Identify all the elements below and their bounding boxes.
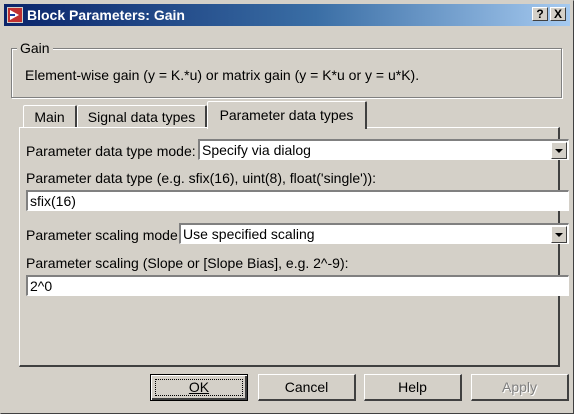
simulink-block-icon: [7, 7, 23, 23]
window-title: Block Parameters: Gain: [27, 7, 185, 23]
cancel-button-label: Cancel: [284, 379, 329, 395]
ok-button[interactable]: OK: [150, 374, 248, 401]
param-dtype-input[interactable]: sfix(16): [26, 190, 569, 211]
help-button[interactable]: Help: [364, 374, 462, 401]
tab-panel: [19, 127, 560, 367]
apply-button[interactable]: Apply: [471, 374, 569, 401]
param-scaling-input[interactable]: 2^0: [26, 275, 569, 296]
param-scaling-mode-value: Use specified scaling: [183, 226, 315, 242]
help-button-label: Help: [398, 379, 427, 395]
param-scaling-mode-select[interactable]: Use specified scaling: [179, 223, 569, 244]
chevron-down-icon[interactable]: [551, 142, 567, 159]
help-icon[interactable]: ?: [532, 7, 548, 21]
apply-button-label: Apply: [501, 379, 538, 395]
cancel-button[interactable]: Cancel: [258, 374, 356, 401]
param-dtype-label: Parameter data type (e.g. sfix(16), uint…: [26, 170, 377, 186]
group-legend: Gain: [17, 39, 53, 57]
tab-main[interactable]: Main: [23, 105, 77, 127]
ok-button-label: OK: [188, 379, 210, 395]
param-dtype-mode-value: Specify via dialog: [202, 142, 311, 158]
param-dtype-mode-label: Parameter data type mode:: [26, 143, 196, 159]
gain-description: Element-wise gain (y = K.*u) or matrix g…: [25, 67, 420, 83]
close-icon[interactable]: X: [550, 7, 566, 21]
tab-parameter-data-types[interactable]: Parameter data types: [207, 101, 367, 129]
title-bar[interactable]: Block Parameters: Gain ? X: [4, 4, 570, 26]
tab-signal-data-types[interactable]: Signal data types: [77, 105, 207, 127]
param-dtype-mode-select[interactable]: Specify via dialog: [198, 139, 569, 160]
param-scaling-label: Parameter scaling (Slope or [Slope Bias]…: [26, 255, 349, 271]
param-scaling-mode-label: Parameter scaling mode: [26, 227, 178, 243]
chevron-down-icon[interactable]: [551, 226, 567, 243]
block-parameters-dialog: Block Parameters: Gain ? X Gain Element-…: [0, 0, 574, 414]
